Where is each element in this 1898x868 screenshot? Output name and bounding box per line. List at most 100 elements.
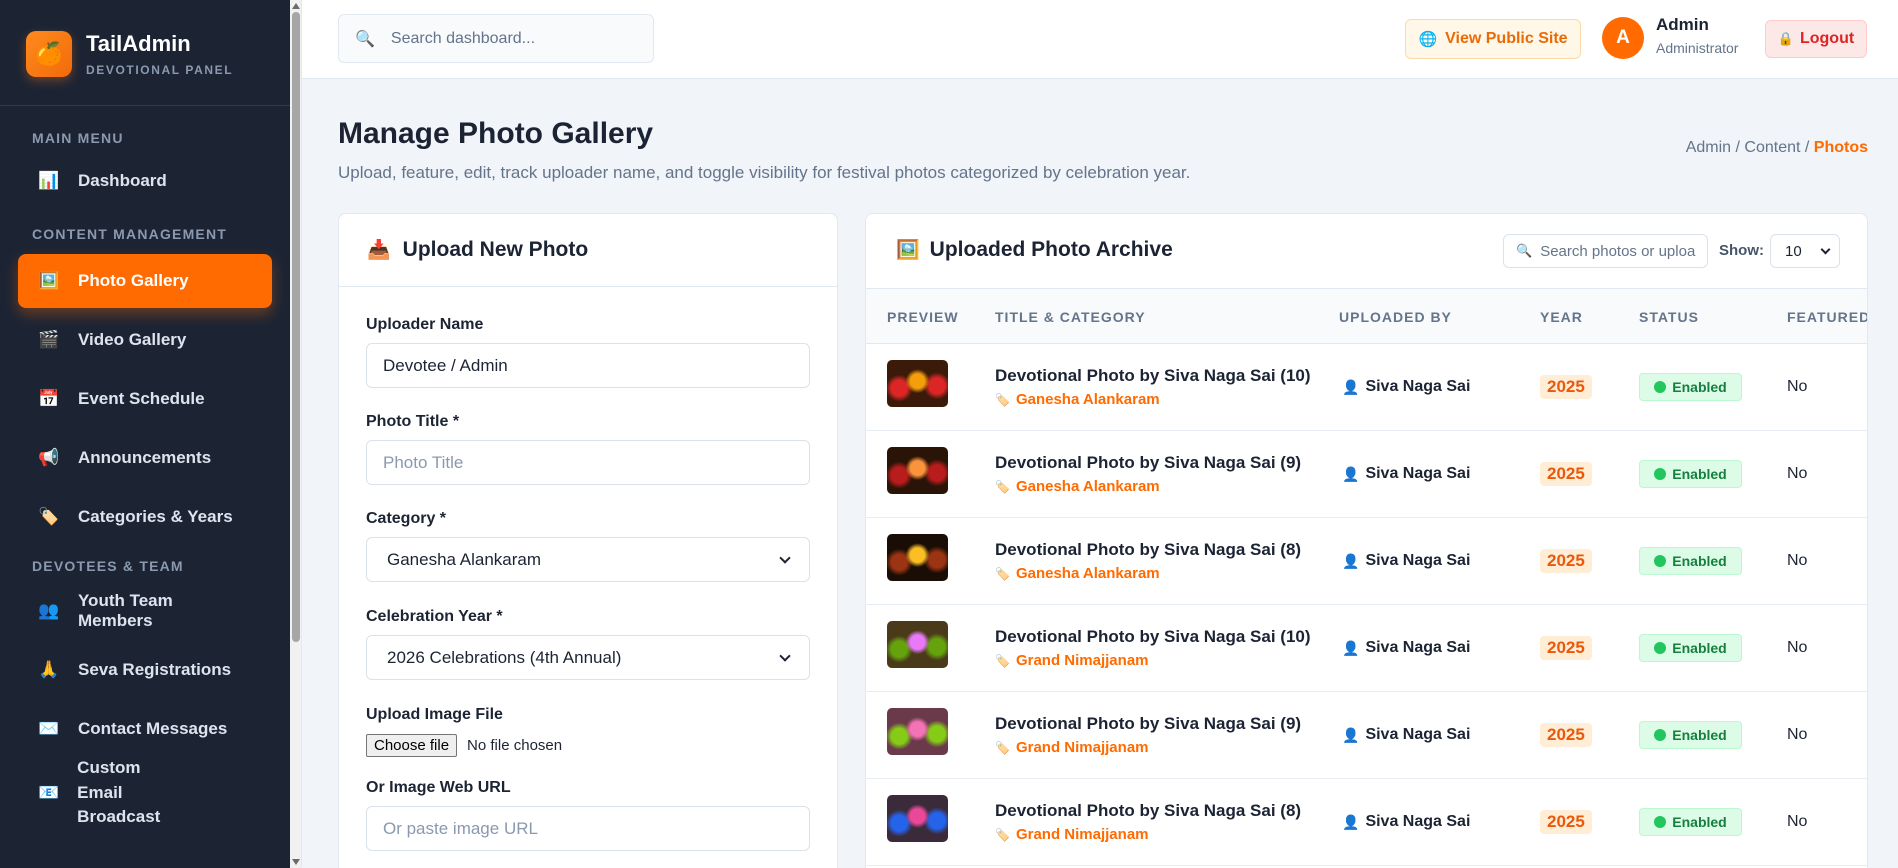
featured-value[interactable]: No — [1787, 726, 1807, 744]
sidebar-item-dashboard[interactable]: 📊 Dashboard — [18, 154, 272, 208]
nav-section-devotees-team: DEVOTEES & TEAM — [32, 558, 184, 574]
table-header: PREVIEW TITLE & CATEGORY UPLOADED BY YEA… — [866, 289, 1867, 344]
sidebar-item-photo-gallery[interactable]: 🖼️ Photo Gallery — [18, 254, 272, 308]
photo-category-label: Ganesha Alankaram — [1015, 391, 1160, 408]
photo-thumbnail[interactable] — [887, 534, 948, 581]
upload-photo-card: 📥 Upload New Photo Uploader Name Devotee… — [338, 213, 838, 868]
photo-thumbnail[interactable] — [887, 795, 948, 842]
sidebar-item-label: Seva Registrations — [78, 660, 232, 679]
table-row[interactable]: Devotional Photo by Siva Naga Sai (9) 🏷️… — [866, 431, 1867, 518]
sidebar-item-contact-messages[interactable]: ✉️ Contact Messages — [18, 702, 272, 756]
photo-thumbnail[interactable] — [887, 360, 948, 407]
photo-thumbnail[interactable] — [887, 708, 948, 755]
search-icon: 🔍 — [355, 30, 375, 48]
photo-category: 🏷️ Grand Nimajjanam — [995, 739, 1149, 756]
dashboard-search[interactable]: 🔍 — [338, 14, 654, 63]
photo-thumbnail[interactable] — [887, 621, 948, 668]
sidebar-item-youth-team[interactable]: 👥 Youth Team Members — [18, 584, 272, 638]
status-toggle[interactable]: Enabled — [1639, 721, 1742, 749]
show-entries-label: Show: — [1719, 242, 1764, 259]
image-url-label: Or Image Web URL — [366, 779, 511, 796]
uploaded-by: 👤 Siva Naga Sai — [1342, 813, 1470, 831]
breadcrumb-separator: / — [1731, 139, 1745, 156]
breadcrumb-admin[interactable]: Admin — [1686, 139, 1731, 156]
sidebar-item-custom-email-broadcast[interactable]: 📧 Custom Email Broadcast — [18, 758, 188, 826]
scrollbar-thumb[interactable] — [292, 12, 300, 642]
uploader-name: Siva Naga Sai — [1365, 378, 1471, 395]
status-toggle[interactable]: Enabled — [1639, 373, 1742, 401]
table-row[interactable]: Devotional Photo by Siva Naga Sai (8) 🏷️… — [866, 518, 1867, 605]
archive-search-input[interactable]: 🔍 Search photos or uploa — [1503, 234, 1708, 268]
celebration-year-label: Celebration Year * — [366, 608, 503, 625]
logout-button[interactable]: 🔒 Logout — [1765, 20, 1867, 58]
status-toggle[interactable]: Enabled — [1639, 460, 1742, 488]
show-entries-select[interactable]: 10 — [1770, 234, 1840, 268]
sidebar-item-label: Custom Email Broadcast — [77, 758, 161, 827]
column-header-title-category[interactable]: TITLE & CATEGORY — [995, 309, 1146, 325]
chevron-down-icon — [779, 551, 791, 564]
category-label: Category * — [366, 510, 447, 527]
tag-icon: 🏷️ — [995, 653, 1010, 668]
year-badge: 2025 — [1540, 375, 1592, 399]
scroll-down-arrow-icon[interactable] — [292, 859, 300, 865]
featured-value[interactable]: No — [1787, 378, 1807, 396]
column-header-uploaded-by[interactable]: UPLOADED BY — [1339, 309, 1452, 325]
photo-category-label: Grand Nimajjanam — [1015, 826, 1149, 843]
column-header-preview[interactable]: PREVIEW — [887, 309, 959, 325]
clapper-icon: 🎬 — [38, 330, 60, 349]
celebration-year-select[interactable]: 2026 Celebrations (4th Annual) — [366, 635, 810, 680]
scroll-up-arrow-icon[interactable] — [292, 3, 300, 9]
featured-value[interactable]: No — [1787, 552, 1807, 570]
sidebar-item-event-schedule[interactable]: 📅 Event Schedule — [18, 372, 272, 426]
table-row[interactable]: Devotional Photo by Siva Naga Sai (8) 🏷️… — [866, 779, 1867, 866]
dashboard-search-input[interactable] — [390, 29, 621, 48]
user-icon: 👤 — [1342, 813, 1360, 830]
bar-chart-icon: 📊 — [38, 171, 60, 190]
photo-title: Devotional Photo by Siva Naga Sai (9) — [995, 453, 1302, 472]
folded-hands-icon: 🙏 — [38, 660, 60, 679]
uploaded-by: 👤 Siva Naga Sai — [1342, 726, 1470, 744]
column-header-year[interactable]: YEAR — [1540, 309, 1583, 325]
featured-value[interactable]: No — [1787, 813, 1807, 831]
avatar[interactable]: A — [1602, 17, 1644, 59]
choose-file-button[interactable]: Choose file — [366, 734, 458, 757]
view-public-site-button[interactable]: 🌐 View Public Site — [1405, 19, 1581, 59]
status-toggle[interactable]: Enabled — [1639, 547, 1742, 575]
category-select[interactable]: Ganesha Alankaram — [366, 537, 810, 582]
archive-header: 🖼️ Uploaded Photo Archive 🔍 Search photo… — [866, 214, 1867, 289]
tag-icon: 🏷️ — [38, 507, 60, 526]
featured-value[interactable]: No — [1787, 465, 1807, 483]
photo-category: 🏷️ Grand Nimajjanam — [995, 652, 1149, 669]
sidebar-item-label: Categories & Years — [78, 507, 233, 526]
status-toggle[interactable]: Enabled — [1639, 808, 1742, 836]
file-status: No file chosen — [467, 737, 563, 754]
uploader-name-field[interactable]: Devotee / Admin — [366, 343, 810, 388]
status-toggle[interactable]: Enabled — [1639, 634, 1742, 662]
sidebar-item-label: Video Gallery — [78, 330, 187, 349]
sidebar-item-video-gallery[interactable]: 🎬 Video Gallery — [18, 313, 272, 367]
status-label: Enabled — [1672, 727, 1727, 743]
photo-thumbnail[interactable] — [887, 447, 948, 494]
image-icon: 🖼️ — [38, 271, 60, 290]
breadcrumb-content[interactable]: Content — [1744, 139, 1800, 156]
column-header-featured[interactable]: FEATURED — [1787, 309, 1867, 325]
sidebar-item-categories-years[interactable]: 🏷️ Categories & Years — [18, 490, 272, 544]
photo-title-field[interactable]: Photo Title — [366, 440, 810, 485]
brand[interactable]: 🍊 TailAdmin DEVOTIONAL PANEL — [0, 0, 290, 106]
year-badge: 2025 — [1540, 810, 1592, 834]
table-row[interactable]: Devotional Photo by Siva Naga Sai (10) 🏷… — [866, 605, 1867, 692]
nav-section-content-management: CONTENT MANAGEMENT — [32, 226, 228, 242]
sidebar-item-announcements[interactable]: 📢 Announcements — [18, 431, 272, 485]
sidebar-scrollbar[interactable] — [290, 0, 302, 868]
upload-card-header: 📥 Upload New Photo — [339, 214, 837, 287]
column-header-status[interactable]: STATUS — [1639, 309, 1699, 325]
table-row[interactable]: Devotional Photo by Siva Naga Sai (9) 🏷️… — [866, 692, 1867, 779]
photo-category-label: Ganesha Alankaram — [1015, 565, 1160, 582]
table-row[interactable]: Devotional Photo by Siva Naga Sai (10) 🏷… — [866, 344, 1867, 431]
brand-title: TailAdmin — [86, 30, 191, 56]
featured-value[interactable]: No — [1787, 639, 1807, 657]
image-url-field[interactable]: Or paste image URL — [366, 806, 810, 851]
uploader-name: Siva Naga Sai — [1365, 726, 1471, 743]
sidebar-item-seva-registrations[interactable]: 🙏 Seva Registrations — [18, 643, 272, 697]
file-input[interactable]: Choose file No file chosen — [366, 734, 810, 757]
